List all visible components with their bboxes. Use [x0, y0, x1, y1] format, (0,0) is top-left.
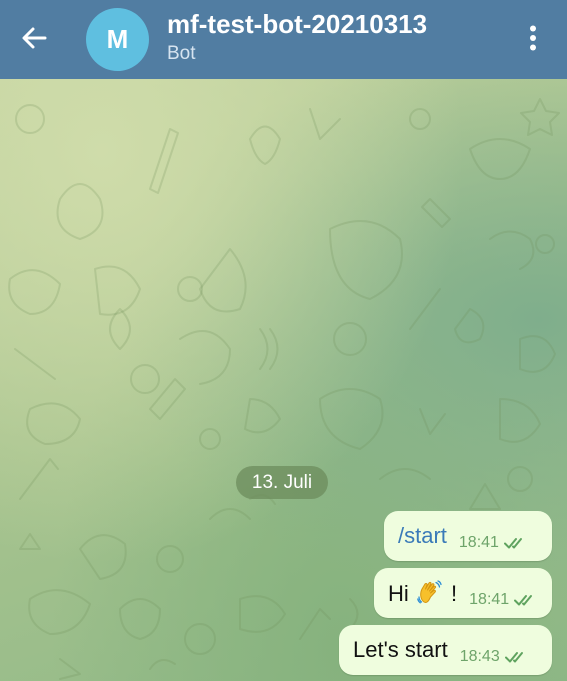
waving-hand-icon — [417, 579, 443, 606]
more-vertical-icon — [529, 25, 537, 56]
message-text-after: ! — [451, 580, 458, 606]
message-time: 18:43 — [459, 648, 500, 665]
chat-subtitle: Bot — [167, 43, 196, 64]
double-check-icon — [514, 593, 538, 607]
message-meta: 18:43 — [460, 648, 529, 666]
message-bubble[interactable]: Let's start 18:43 — [339, 625, 552, 675]
back-button[interactable] — [14, 20, 54, 60]
avatar[interactable]: M — [86, 8, 149, 71]
chat-header: M mf-test-bot-20210313 Bot — [0, 0, 567, 79]
message-text: Let's start — [353, 637, 448, 662]
message-meta: 18:41 — [459, 534, 528, 552]
double-check-icon — [503, 536, 528, 550]
message-time: 18:41 — [469, 591, 510, 608]
message-text-before: Hi — [388, 580, 409, 606]
message-text: Hi ! — [388, 579, 458, 607]
chat-area[interactable]: 13. Juli /start 18:41 Hi ! 18:41 Let's s… — [0, 79, 567, 681]
date-separator: 13. Juli — [236, 466, 328, 499]
message-meta: 18:41 — [469, 591, 538, 609]
more-options-button[interactable] — [513, 20, 553, 60]
double-check-icon — [504, 650, 529, 664]
message-bubble[interactable]: /start 18:41 — [384, 511, 552, 561]
arrow-left-icon — [21, 26, 47, 55]
message-text[interactable]: /start — [398, 523, 447, 549]
chat-title[interactable]: mf-test-bot-20210313 — [167, 9, 427, 40]
message-bubble[interactable]: Hi ! 18:41 — [374, 568, 552, 618]
message-time: 18:41 — [458, 534, 499, 551]
